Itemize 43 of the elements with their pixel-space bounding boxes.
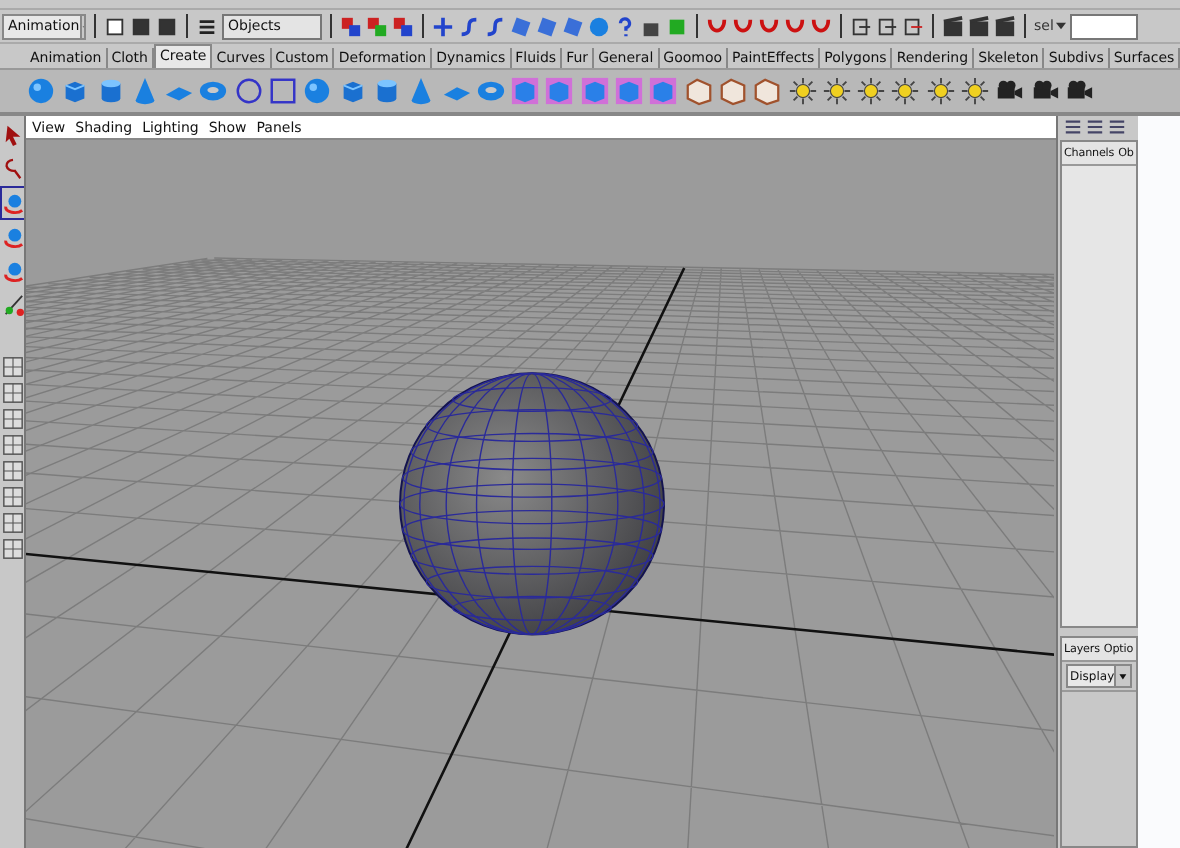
light-icon[interactable] [787, 76, 818, 106]
move-tool-icon[interactable] [1, 188, 23, 218]
lasso-tool-icon[interactable] [1, 154, 23, 184]
manip-tool-icon[interactable] [1, 290, 23, 320]
layout-icon[interactable] [1, 408, 23, 430]
square-icon[interactable] [268, 76, 299, 106]
light-icon[interactable] [821, 76, 852, 106]
layout-icon[interactable] [1, 382, 23, 404]
new-file-icon[interactable] [104, 15, 126, 37]
select-tool-icon[interactable] [1, 120, 23, 150]
torus-icon[interactable] [475, 76, 506, 106]
question-icon[interactable] [614, 15, 636, 37]
light-icon[interactable] [856, 76, 887, 106]
caret-icon [1055, 22, 1066, 30]
light-icon[interactable] [890, 76, 921, 106]
cube-icon[interactable] [510, 15, 532, 37]
wireframe-cube-icon[interactable] [752, 76, 783, 106]
wireframe-cube-icon[interactable] [683, 76, 714, 106]
plus-icon[interactable] [432, 15, 454, 37]
sphere-icon[interactable] [588, 15, 610, 37]
panel-layout-icon[interactable] [1108, 118, 1126, 136]
magnet-icon[interactable] [784, 15, 806, 37]
torus-icon[interactable] [198, 76, 229, 106]
curve-icon[interactable] [484, 15, 506, 37]
render-icon[interactable] [968, 15, 990, 37]
quick-select-field[interactable] [1069, 13, 1138, 39]
magnet-icon[interactable] [810, 15, 832, 37]
layout-icon[interactable] [1, 512, 23, 534]
panel-layout-icon[interactable] [1064, 118, 1082, 136]
circle-icon[interactable] [233, 76, 264, 106]
layout-icon[interactable] [1, 486, 23, 508]
layout-icon[interactable] [1, 356, 23, 378]
layout-icon[interactable] [1, 538, 23, 560]
curve-icon[interactable] [458, 15, 480, 37]
menu-icon[interactable] [196, 15, 218, 37]
light-icon[interactable] [960, 76, 991, 106]
panel-layout-icon[interactable] [1086, 118, 1104, 136]
light-icon[interactable] [925, 76, 956, 106]
layout-icon[interactable] [1, 434, 23, 456]
wireframe-cube-icon[interactable] [717, 76, 748, 106]
magnet-icon[interactable] [758, 15, 780, 37]
render-icon[interactable] [942, 15, 964, 37]
layout-icon[interactable] [1, 460, 23, 482]
